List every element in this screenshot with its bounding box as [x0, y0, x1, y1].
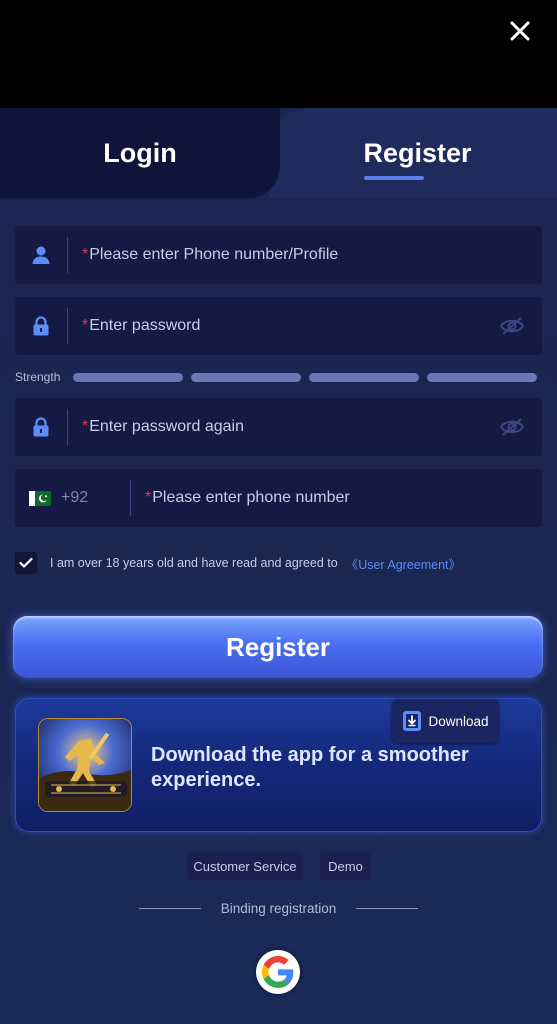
download-message: Download the app for a smoother experien… [151, 744, 469, 791]
phone-placeholder: *Please enter phone number [145, 489, 350, 506]
tab-register[interactable]: Register [278, 108, 557, 198]
confirm-password-field[interactable]: *Enter password again [15, 398, 542, 456]
required-mark: * [82, 418, 89, 435]
google-icon [262, 956, 294, 988]
required-mark: * [145, 489, 152, 506]
password-field[interactable]: *Enter password [15, 297, 542, 355]
app-logo-icon [38, 718, 132, 812]
download-app-card: Download the app for a smoother experien… [15, 698, 542, 832]
auth-tabs: Login Register [0, 108, 557, 200]
eye-off-icon[interactable] [482, 316, 542, 336]
user-agreement-link[interactable]: 《User Agreement》 [346, 554, 461, 573]
tab-register-label: Register [363, 137, 472, 168]
divider-line [138, 907, 201, 909]
username-field[interactable]: *Please enter Phone number/Profile [15, 226, 542, 284]
auth-panel: Login Register *Please enter Phone numbe… [0, 108, 557, 1024]
password-strength: Strength [15, 368, 542, 386]
username-placeholder: *Please enter Phone number/Profile [82, 246, 339, 263]
demo-label: Demo [328, 858, 363, 874]
strength-segment [191, 372, 301, 382]
binding-registration-divider: Binding registration [0, 898, 557, 918]
lock-icon [15, 398, 67, 456]
strength-label: Strength [15, 370, 61, 384]
divider-line [356, 907, 419, 909]
password-placeholder: *Enter password [82, 317, 201, 334]
register-button[interactable]: Register [13, 616, 543, 678]
active-tab-indicator [364, 176, 424, 180]
tab-login[interactable]: Login [0, 108, 280, 198]
customer-service-button[interactable]: Customer Service [187, 852, 303, 880]
lock-icon [15, 297, 67, 355]
pakistan-flag-icon [29, 490, 51, 506]
strength-segment [73, 372, 183, 382]
phone-field[interactable]: +92 *Please enter phone number [15, 469, 542, 527]
required-mark: * [82, 246, 89, 263]
google-login-button[interactable] [256, 950, 300, 994]
confirm-password-placeholder: *Enter password again [82, 418, 244, 435]
agreement-text: I am over 18 years old and have read and… [50, 556, 338, 570]
download-button[interactable]: Download [392, 699, 499, 743]
close-icon [510, 21, 530, 41]
required-mark: * [82, 317, 89, 334]
eye-off-icon[interactable] [482, 417, 542, 437]
country-code-selector[interactable]: +92 [15, 489, 130, 507]
user-icon [15, 226, 67, 284]
checkmark-icon [19, 557, 33, 568]
download-button-label: Download [428, 713, 489, 729]
binding-registration-label: Binding registration [220, 900, 337, 916]
agreement-checkbox[interactable] [15, 552, 37, 574]
agreement-row: I am over 18 years old and have read and… [15, 550, 461, 576]
strength-segment [427, 372, 537, 382]
strength-segment [309, 372, 419, 382]
tab-login-label: Login [103, 137, 177, 168]
download-icon [403, 711, 422, 731]
demo-button[interactable]: Demo [320, 852, 371, 880]
close-button[interactable] [503, 14, 537, 48]
register-button-label: Register [225, 631, 331, 662]
customer-service-label: Customer Service [193, 858, 297, 874]
country-code: +92 [61, 489, 89, 506]
